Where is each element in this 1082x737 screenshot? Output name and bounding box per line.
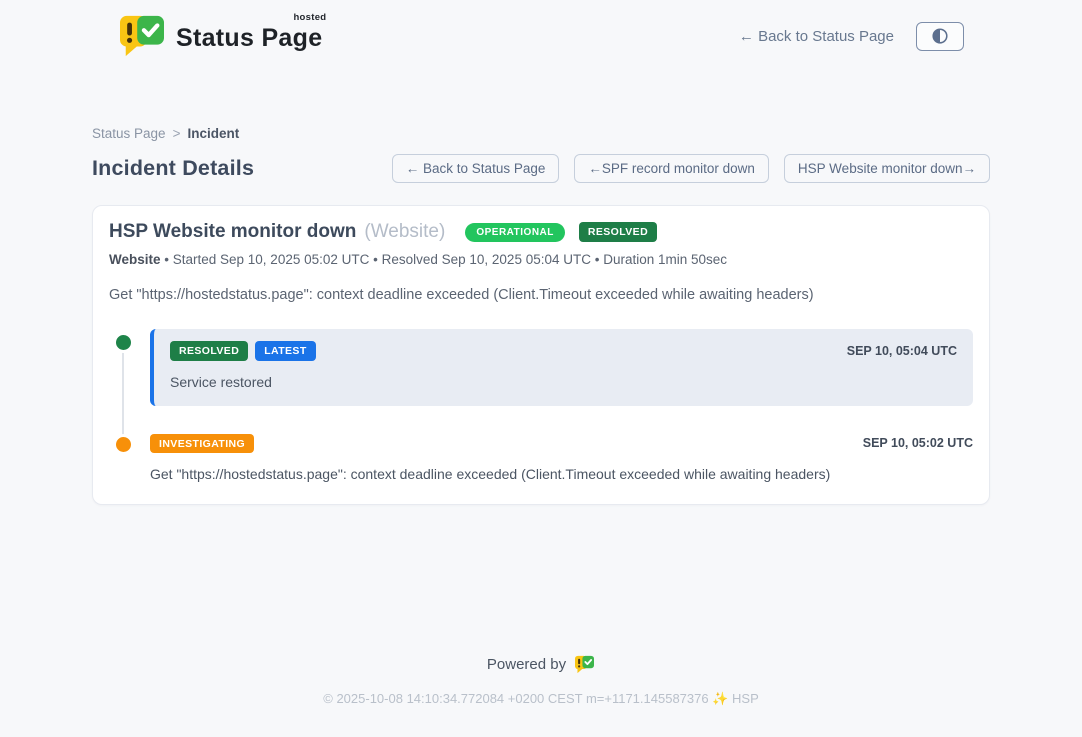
theme-toggle-button[interactable] xyxy=(916,22,964,51)
timeline-entry-message: Service restored xyxy=(170,374,957,390)
incident-component-label: (Website) xyxy=(364,221,445,243)
timeline-dot-investigating xyxy=(116,437,131,452)
timeline-entry-badges: INVESTIGATING xyxy=(150,434,254,454)
breadcrumb-status-page[interactable]: Status Page xyxy=(92,126,166,141)
powered-by: Powered by xyxy=(92,655,990,674)
timeline-latest-highlight-box: RESOLVED LATEST SEP 10, 05:04 UTC Servic… xyxy=(150,329,973,406)
back-to-status-page-button[interactable]: ← Back to Status Page xyxy=(392,154,560,183)
incident-title: HSP Website monitor down xyxy=(109,221,356,243)
powered-by-label: Powered by xyxy=(487,656,566,673)
breadcrumb-separator: > xyxy=(173,126,181,141)
contrast-half-circle-icon xyxy=(929,25,951,47)
incident-description: Get "https://hostedstatus.page": context… xyxy=(109,287,973,303)
header-right: ← Back to Status Page xyxy=(739,22,964,51)
prev-incident-button[interactable]: ←SPF record monitor down xyxy=(574,154,769,183)
latest-badge: LATEST xyxy=(255,341,315,361)
incident-timeline: RESOLVED LATEST SEP 10, 05:04 UTC Servic… xyxy=(109,329,973,482)
timeline-entry-investigating: INVESTIGATING SEP 10, 05:02 UTC Get "htt… xyxy=(109,434,973,483)
logo-text: Status Page xyxy=(176,24,322,52)
incident-card: HSP Website monitor down (Website) OPERA… xyxy=(92,205,990,505)
logo[interactable]: Status Page hosted xyxy=(118,14,326,58)
incident-meta-component: Website xyxy=(109,252,161,267)
header: Status Page hosted ← Back to Status Page xyxy=(92,0,990,58)
timeline-entry-message: Get "https://hostedstatus.page": context… xyxy=(150,466,973,482)
copyright-line: © 2025-10-08 14:10:34.772084 +0200 CEST … xyxy=(92,691,990,707)
status-page-logo-icon xyxy=(118,14,166,58)
next-incident-button[interactable]: HSP Website monitor down→ xyxy=(784,154,990,183)
title-row: Incident Details ← Back to Status Page ←… xyxy=(92,154,990,183)
incident-meta-details: • Started Sep 10, 2025 05:02 UTC • Resol… xyxy=(161,252,728,267)
operational-status-badge: OPERATIONAL xyxy=(465,223,565,242)
timeline-entry-header: RESOLVED LATEST SEP 10, 05:04 UTC xyxy=(170,341,957,361)
resolved-badge: RESOLVED xyxy=(170,341,248,361)
header-back-to-status-page-link[interactable]: ← Back to Status Page xyxy=(739,28,894,45)
breadcrumb-incident: Incident xyxy=(187,126,239,141)
footer: Powered by © 2025-10-08 14:10:34.772084 … xyxy=(92,655,990,731)
logo-hosted-badge: hosted xyxy=(293,12,326,23)
timeline-entry-timestamp: SEP 10, 05:04 UTC xyxy=(847,344,957,358)
page-title: Incident Details xyxy=(92,156,254,181)
incident-nav-buttons: ← Back to Status Page ←SPF record monito… xyxy=(392,154,990,183)
incident-title-row: HSP Website monitor down (Website) OPERA… xyxy=(109,221,973,243)
logo-text-wrap: Status Page hosted xyxy=(176,14,326,53)
timeline-entry-badges: RESOLVED LATEST xyxy=(170,341,316,361)
timeline-entry-header: INVESTIGATING SEP 10, 05:02 UTC xyxy=(150,434,973,454)
investigating-badge: INVESTIGATING xyxy=(150,434,254,454)
timeline-dot-resolved xyxy=(116,335,131,350)
timeline-entry-timestamp: SEP 10, 05:02 UTC xyxy=(863,436,973,450)
main-content: Status Page > Incident Incident Details ← … xyxy=(92,126,990,505)
incident-meta: Website • Started Sep 10, 2025 05:02 UTC… xyxy=(109,252,973,267)
timeline-entry-resolved: RESOLVED LATEST SEP 10, 05:04 UTC Servic… xyxy=(109,329,973,406)
breadcrumb: Status Page > Incident xyxy=(92,126,990,141)
resolved-state-badge: RESOLVED xyxy=(579,222,657,242)
hsp-mini-logo-icon[interactable] xyxy=(574,655,595,674)
